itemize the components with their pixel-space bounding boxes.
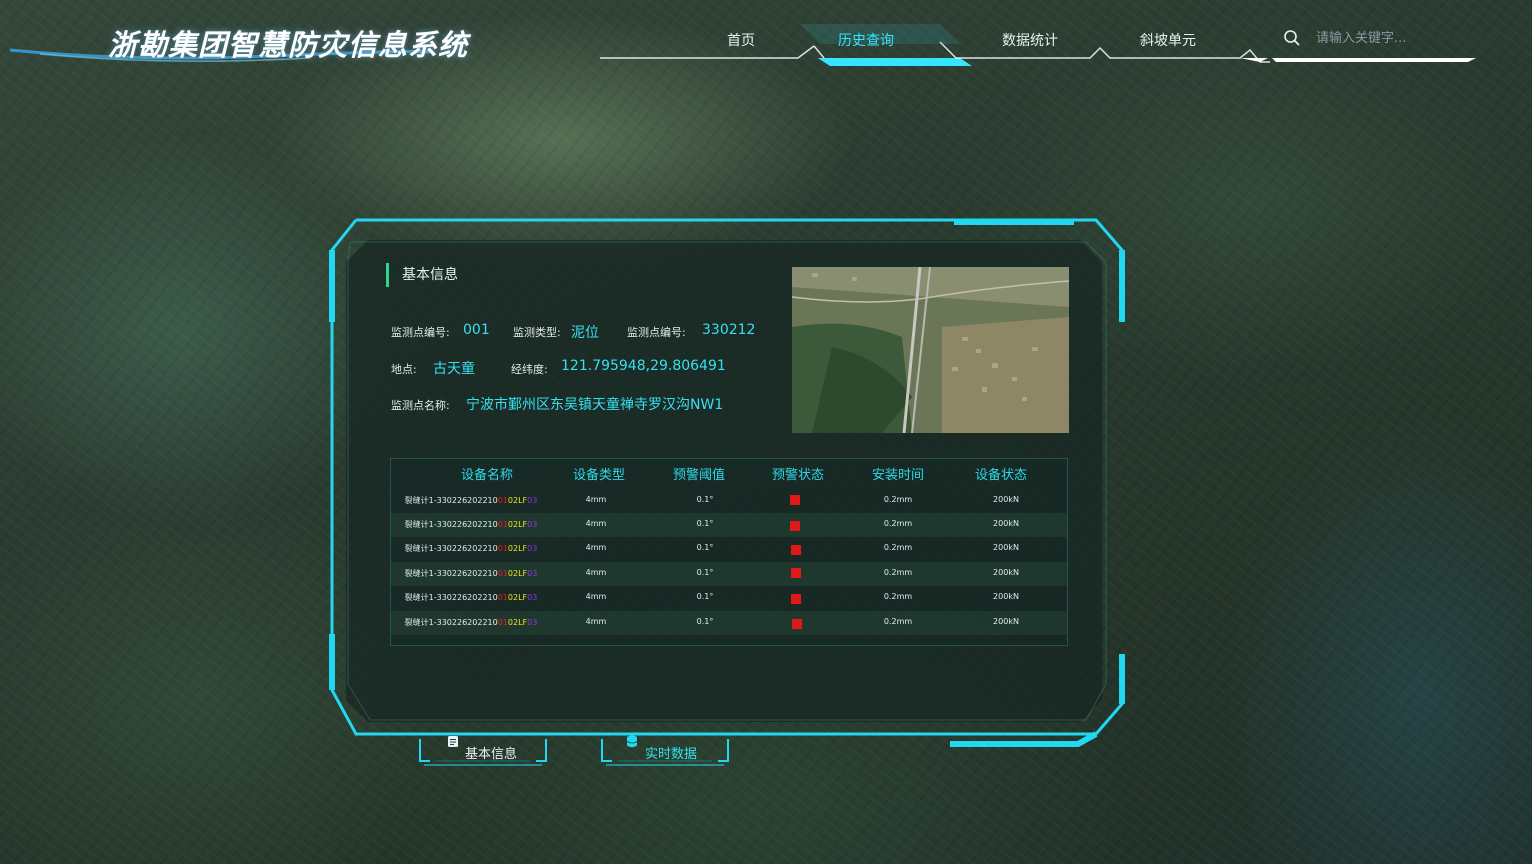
device-name-cell: 裂缝计1-3302262022100102LF03 <box>404 496 538 505</box>
device-status-cell: 200kN <box>993 519 1019 528</box>
device-type-cell: 4mm <box>585 543 607 552</box>
location-value: 古天童 <box>433 361 475 377</box>
device-status-cell: 200kN <box>993 592 1019 601</box>
table-row[interactable]: 裂缝计1-3302262022100102LF03 4mm 0.1° 0.2mm… <box>391 537 1067 561</box>
device-status-cell: 200kN <box>993 495 1019 504</box>
col-install-time: 安装时间 <box>871 468 924 483</box>
device-name-cell: 裂缝计1-3302262022100102LF03 <box>404 569 538 578</box>
app-title: 浙勘集团智慧防灾信息系统 <box>108 28 469 62</box>
threshold-cell: 0.1° <box>696 568 714 577</box>
device-name-cell: 裂缝计1-3302262022100102LF03 <box>404 593 538 602</box>
warn-status-indicator <box>790 521 800 531</box>
install-time-cell: 0.2mm <box>883 592 913 601</box>
install-time-cell: 0.2mm <box>883 617 913 626</box>
col-warn-threshold: 预警阈值 <box>672 468 725 483</box>
device-name-cell: 裂缝计1-3302262022100102LF03 <box>404 544 538 553</box>
device-status-cell: 200kN <box>993 617 1019 626</box>
table-row[interactable]: 裂缝计1-3302262022100102LF03 4mm 0.1° 0.2mm… <box>391 489 1067 513</box>
monitor-type-label: 监测类型: <box>513 326 561 339</box>
point-id-label: 监测点编号: <box>391 326 450 339</box>
table-row[interactable]: 裂缝计1-3302262022100102LF03 4mm 0.1° 0.2mm… <box>391 562 1067 586</box>
warn-status-indicator <box>791 568 801 578</box>
col-warn-status: 预警状态 <box>771 468 824 483</box>
device-type-cell: 4mm <box>585 592 607 601</box>
tab-basic-info-label: 基本信息 <box>465 747 518 762</box>
tab-basic-info[interactable]: 基本信息 <box>416 735 550 771</box>
table-row[interactable]: 裂缝计1-3302262022100102LF03 4mm 0.1° 0.2mm… <box>391 611 1067 635</box>
warn-status-indicator <box>791 594 801 604</box>
threshold-cell: 0.1° <box>696 617 714 626</box>
threshold-cell: 0.1° <box>696 592 714 601</box>
coords-value: 121.795948,29.806491 <box>561 358 726 374</box>
search-input[interactable] <box>1316 28 1466 48</box>
nav-slope-unit[interactable]: 斜坡单元 <box>1140 30 1196 50</box>
point-name-label: 监测点名称: <box>391 399 450 412</box>
monitor-code-value: 330212 <box>702 322 756 338</box>
threshold-cell: 0.1° <box>696 543 714 552</box>
monitor-type-value: 泥位 <box>571 325 599 341</box>
device-name-cell: 裂缝计1-3302262022100102LF03 <box>404 618 538 627</box>
device-status-cell: 200kN <box>993 543 1019 552</box>
search-icon[interactable] <box>1283 29 1301 47</box>
device-status-cell: 200kN <box>993 568 1019 577</box>
table-row[interactable]: 裂缝计1-3302262022100102LF03 4mm 0.1° 0.2mm… <box>391 513 1067 537</box>
col-device-status: 设备状态 <box>974 468 1027 483</box>
point-id-value: 001 <box>463 322 490 338</box>
tab-realtime-data[interactable]: 实时数据 <box>598 735 732 771</box>
warn-status-indicator <box>790 495 800 505</box>
point-name-value: 宁波市鄞州区东吴镇天童禅寺罗汉沟NW1 <box>466 397 724 413</box>
nav-statistics[interactable]: 数据统计 <box>1002 30 1058 50</box>
database-icon <box>626 735 638 748</box>
section-title: 基本信息 <box>386 263 458 287</box>
col-device-name: 设备名称 <box>460 468 513 483</box>
location-label: 地点: <box>391 363 417 376</box>
tab-realtime-data-label: 实时数据 <box>645 747 698 762</box>
site-satellite-thumbnail <box>792 267 1069 433</box>
install-time-cell: 0.2mm <box>883 519 913 528</box>
monitor-code-label: 监测点编号: <box>627 326 686 339</box>
install-time-cell: 0.2mm <box>883 495 913 504</box>
device-type-cell: 4mm <box>585 495 607 504</box>
threshold-cell: 0.1° <box>696 495 714 504</box>
nav-history[interactable]: 历史查询 <box>838 30 894 50</box>
install-time-cell: 0.2mm <box>883 543 913 552</box>
col-device-type: 设备类型 <box>572 468 625 483</box>
table-row[interactable]: 裂缝计1-3302262022100102LF03 4mm 0.1° 0.2mm… <box>391 586 1067 610</box>
install-time-cell: 0.2mm <box>883 568 913 577</box>
device-name-cell: 裂缝计1-3302262022100102LF03 <box>404 520 538 529</box>
nav-home[interactable]: 首页 <box>727 30 755 50</box>
device-type-cell: 4mm <box>585 617 607 626</box>
coords-label: 经纬度: <box>511 363 548 376</box>
threshold-cell: 0.1° <box>696 519 714 528</box>
document-icon <box>448 736 458 747</box>
device-type-cell: 4mm <box>585 519 607 528</box>
warn-status-indicator <box>792 619 802 629</box>
warn-status-indicator <box>791 545 801 555</box>
device-type-cell: 4mm <box>585 568 607 577</box>
